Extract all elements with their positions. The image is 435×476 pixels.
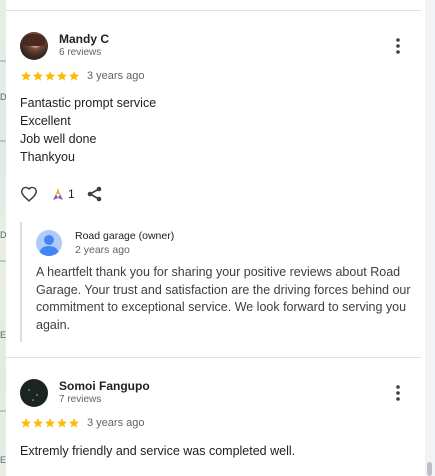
thumbs-up-icon <box>53 188 63 200</box>
star-icon <box>57 71 67 81</box>
share-button[interactable] <box>85 184 105 204</box>
star-icon <box>21 71 31 81</box>
review-text: Fantastic prompt service Excellent Job w… <box>20 94 156 166</box>
star-rating <box>20 70 80 82</box>
like-count: 1 <box>68 187 75 201</box>
review-actions: 1 <box>18 184 105 204</box>
owner-avatar <box>36 230 62 256</box>
more-options-button[interactable] <box>388 382 408 404</box>
review-text: Extremly friendly and service was comple… <box>20 442 295 460</box>
avatar[interactable] <box>20 32 48 60</box>
review-text-line: Thankyou <box>20 150 75 164</box>
avatar-hair <box>23 34 45 46</box>
heart-icon <box>20 186 38 202</box>
avatar-detail <box>28 389 30 391</box>
scrollbar-thumb[interactable] <box>427 462 432 476</box>
star-rating <box>20 417 80 429</box>
reviews-panel: Mandy C 6 reviews 3 years ago Fantastic … <box>6 0 425 476</box>
scrollbar[interactable] <box>425 0 435 476</box>
avatar-detail <box>36 394 38 396</box>
more-vert-icon <box>396 385 400 401</box>
owner-reply-date: 2 years ago <box>75 244 130 256</box>
divider <box>6 10 421 11</box>
owner-name: Road garage (owner) <box>75 230 175 242</box>
owner-reply-text: A heartfelt thank you for sharing your p… <box>36 265 411 332</box>
star-icon <box>57 418 67 428</box>
reviewer-review-count: 6 reviews <box>59 47 102 58</box>
like-button[interactable] <box>18 184 40 204</box>
reviewer-name[interactable]: Mandy C <box>59 32 109 46</box>
avatar-detail <box>32 399 34 401</box>
star-icon <box>69 71 79 81</box>
review-text-line: Extremly friendly and service was comple… <box>20 444 296 458</box>
reviewer-review-count: 7 reviews <box>59 394 102 405</box>
star-icon <box>69 418 79 428</box>
reviewer-name[interactable]: Somoi Fangupo <box>59 379 150 393</box>
star-icon <box>33 418 43 428</box>
reaction-indicator[interactable] <box>50 184 66 204</box>
review-text-line: Job well done <box>20 132 97 146</box>
star-icon <box>45 71 55 81</box>
share-icon <box>87 186 102 202</box>
star-icon <box>33 71 43 81</box>
review-date: 3 years ago <box>87 417 145 429</box>
review-text-line: Fantastic prompt service <box>20 96 157 110</box>
reviews-page: D D E E Mandy C 6 reviews 3 years ago Fa… <box>0 0 435 476</box>
review-text-line: Excellent <box>20 114 71 128</box>
more-vert-icon <box>396 38 400 54</box>
more-options-button[interactable] <box>388 35 408 57</box>
star-icon <box>21 418 31 428</box>
avatar[interactable] <box>20 379 48 407</box>
star-icon <box>45 418 55 428</box>
person-icon <box>39 235 59 256</box>
review-date: 3 years ago <box>87 70 145 82</box>
reply-indent-bar <box>20 222 22 342</box>
divider <box>6 357 421 358</box>
